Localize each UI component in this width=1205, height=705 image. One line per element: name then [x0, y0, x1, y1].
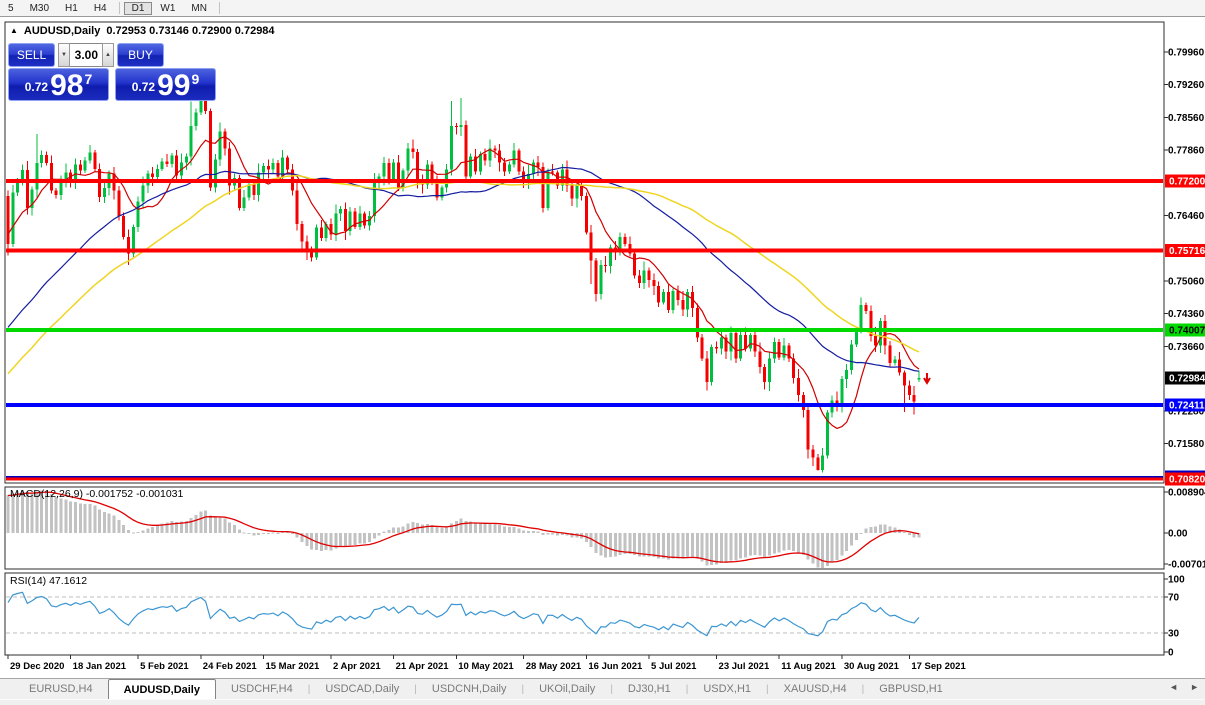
- rsi-pane: [5, 573, 1164, 655]
- toolbar-separator: [219, 2, 220, 14]
- timeframe-toolbar: 5M30H1H4 D1W1MN: [0, 0, 1205, 17]
- tab-AUDUSD-Daily[interactable]: AUDUSD,Daily: [108, 679, 216, 699]
- timeframe-button-M30[interactable]: M30: [22, 2, 57, 15]
- volume-decrease-button[interactable]: ▼: [58, 43, 70, 67]
- date-label: 5 Jul 2021: [651, 661, 697, 672]
- symbol-title: AUDUSD,Daily: [24, 25, 100, 37]
- tab-USDCNH-Daily[interactable]: USDCNH,Daily: [417, 679, 522, 699]
- buy-price-display[interactable]: 0.72 99 9: [115, 68, 216, 101]
- date-label: 11 Aug 2021: [781, 661, 836, 672]
- svg-text:0.70820: 0.70820: [1169, 475, 1205, 486]
- buy-price-sup: 9: [191, 71, 199, 87]
- date-label: 17 Sep 2021: [911, 661, 966, 672]
- svg-text:0: 0: [1168, 648, 1174, 659]
- svg-text:0.74007: 0.74007: [1169, 326, 1205, 337]
- macd-indicator-label: MACD(12,26,9) -0.001752 -0.001031: [10, 488, 183, 500]
- tab-USDX-H1[interactable]: USDX,H1: [688, 679, 766, 699]
- svg-text:0.73660: 0.73660: [1168, 342, 1205, 353]
- svg-text:0.75716: 0.75716: [1169, 246, 1205, 257]
- rsi-indicator-label: RSI(14) 47.1612: [10, 575, 87, 587]
- date-label: 29 Dec 2020: [10, 661, 64, 672]
- price-axis: 0.79960 0.79260 0.78560 0.77860 0.76460 0.750…: [1164, 48, 1205, 486]
- tab-DJ30-H1[interactable]: DJ30,H1: [613, 679, 686, 699]
- tab-USDCAD-Daily[interactable]: USDCAD,Daily: [310, 679, 414, 699]
- buy-button[interactable]: BUY: [117, 43, 164, 67]
- date-axis: 29 Dec 2020 18 Jan 2021 5 Feb 2021 24 Feb 2…: [8, 655, 966, 672]
- buy-price-prefix: 0.72: [132, 80, 155, 94]
- svg-text:0.78560: 0.78560: [1168, 113, 1205, 124]
- sell-price-big: 98: [50, 73, 83, 98]
- svg-text:0.79960: 0.79960: [1168, 48, 1205, 59]
- date-label: 24 Feb 2021: [203, 661, 258, 672]
- sell-price-display[interactable]: 0.72 98 7: [8, 68, 109, 101]
- tab-UKOil-Daily[interactable]: UKOil,Daily: [524, 679, 610, 699]
- svg-text:0.008904: 0.008904: [1168, 488, 1205, 499]
- timeframe-button-D1[interactable]: D1: [124, 2, 153, 15]
- sell-price-sup: 7: [84, 71, 92, 87]
- buy-price-big: 99: [157, 73, 190, 98]
- chart-tabs: EURUSD,H4AUDUSD,DailyUSDCHF,H4|USDCAD,Da…: [0, 678, 1205, 699]
- one-click-trading-panel: SELL ▼ 3.00 ▲ BUY 0.72 98 7 0.72 99 9: [8, 43, 216, 101]
- status-strip: [0, 699, 1205, 705]
- tab-GBPUSD-H1[interactable]: GBPUSD,H1: [864, 679, 958, 699]
- tabs-scroll-left-icon[interactable]: ◄: [1169, 682, 1178, 692]
- volume-increase-button[interactable]: ▲: [102, 43, 114, 67]
- date-label: 16 Jun 2021: [588, 661, 643, 672]
- svg-text:70: 70: [1168, 593, 1180, 604]
- date-label: 21 Apr 2021: [396, 661, 450, 672]
- svg-text:0.79260: 0.79260: [1168, 80, 1205, 91]
- date-label: 10 May 2021: [458, 661, 514, 672]
- timeframe-button-W1[interactable]: W1: [152, 2, 183, 15]
- svg-text:0.74360: 0.74360: [1168, 309, 1205, 320]
- svg-text:30: 30: [1168, 629, 1180, 640]
- tab-EURUSD-H4[interactable]: EURUSD,H4: [14, 679, 108, 699]
- date-label: 2 Apr 2021: [333, 661, 381, 672]
- tabs-scroll-right-icon[interactable]: ►: [1190, 682, 1199, 692]
- tabs-scroll-arrows: ◄ ►: [1169, 682, 1199, 692]
- volume-input[interactable]: 3.00: [70, 43, 102, 67]
- date-label: 15 Mar 2021: [265, 661, 320, 672]
- timeframe-button-H1[interactable]: H1: [57, 2, 86, 15]
- svg-text:0.75060: 0.75060: [1168, 276, 1205, 287]
- svg-text:0.00: 0.00: [1168, 529, 1188, 540]
- trade-prices-row: 0.72 98 7 0.72 99 9: [8, 68, 216, 101]
- svg-text:100: 100: [1168, 575, 1185, 586]
- tab-XAUUSD-H4[interactable]: XAUUSD,H4: [769, 679, 862, 699]
- svg-text:-0.00701: -0.00701: [1168, 560, 1205, 571]
- svg-text:0.76460: 0.76460: [1168, 211, 1205, 222]
- svg-text:0.72984: 0.72984: [1169, 373, 1205, 384]
- panel-collapse-icon[interactable]: ▲: [10, 26, 18, 36]
- trade-buttons-row: SELL ▼ 3.00 ▲ BUY: [8, 43, 216, 67]
- date-label: 23 Jul 2021: [719, 661, 770, 672]
- toolbar-separator: [119, 2, 120, 14]
- date-label: 18 Jan 2021: [73, 661, 127, 672]
- svg-text:0.71580: 0.71580: [1168, 439, 1205, 450]
- sell-button[interactable]: SELL: [8, 43, 55, 67]
- date-label: 30 Aug 2021: [844, 661, 900, 672]
- symbol-ohlc: 0.72953 0.73146 0.72900 0.72984: [106, 25, 274, 37]
- chart-canvas[interactable]: 0.79960 0.79260 0.78560 0.77860 0.76460 0.750…: [0, 0, 1205, 704]
- macd-axis: 0.008904 0.00 -0.00701: [1164, 488, 1205, 571]
- svg-text:0.77200: 0.77200: [1169, 176, 1205, 187]
- svg-text:0.77860: 0.77860: [1168, 146, 1205, 157]
- tab-USDCHF-H4[interactable]: USDCHF,H4: [216, 679, 308, 699]
- timeframe-button-H4[interactable]: H4: [86, 2, 115, 15]
- date-label: 28 May 2021: [526, 661, 582, 672]
- chart-symbol-header: ▲ AUDUSD,Daily 0.72953 0.73146 0.72900 0…: [10, 25, 275, 37]
- timeframe-button-MN[interactable]: MN: [183, 2, 215, 15]
- date-label: 5 Feb 2021: [140, 661, 189, 672]
- svg-text:0.72411: 0.72411: [1169, 400, 1205, 411]
- rsi-axis: 100 70 30 0: [1164, 575, 1185, 659]
- timeframe-button-5[interactable]: 5: [0, 2, 22, 15]
- sell-price-prefix: 0.72: [25, 80, 48, 94]
